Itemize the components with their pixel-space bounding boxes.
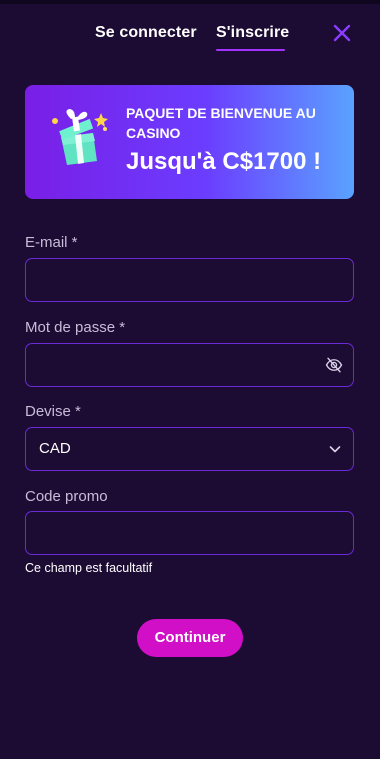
banner-amount: Jusqu'à C$1700 ! (126, 148, 322, 175)
currency-label: Devise * (25, 403, 81, 420)
auth-tabs: Se connecter S'inscrire (0, 24, 380, 54)
close-icon (333, 24, 351, 42)
password-field-container (25, 343, 354, 387)
email-field-container (25, 258, 354, 302)
banner-title: PAQUET DE BIENVENUE AU CASINO (126, 105, 316, 141)
welcome-bonus-banner[interactable]: PAQUET DE BIENVENUE AU CASINO Jusqu'à C$… (25, 85, 354, 199)
continue-button[interactable]: Continuer (137, 619, 243, 657)
email-field[interactable] (38, 259, 322, 302)
status-bar (0, 0, 380, 4)
gift-box-icon (52, 109, 108, 165)
currency-select[interactable]: CAD (25, 427, 354, 471)
chevron-down-icon (329, 446, 341, 453)
promo-code-hint: Ce champ est facultatif (25, 561, 153, 575)
promo-code-field-container (25, 511, 354, 555)
promo-code-label: Code promo (25, 488, 108, 505)
active-tab-indicator (216, 49, 285, 51)
tab-login[interactable]: Se connecter (95, 24, 197, 42)
promo-code-field[interactable] (38, 512, 322, 555)
password-label: Mot de passe * (25, 319, 126, 336)
tab-register[interactable]: S'inscrire (216, 24, 289, 42)
password-field[interactable] (38, 344, 322, 387)
close-button[interactable] (330, 21, 354, 45)
eye-off-icon[interactable] (325, 356, 343, 374)
currency-selected-value: CAD (39, 440, 71, 457)
email-label: E-mail * (25, 234, 78, 251)
